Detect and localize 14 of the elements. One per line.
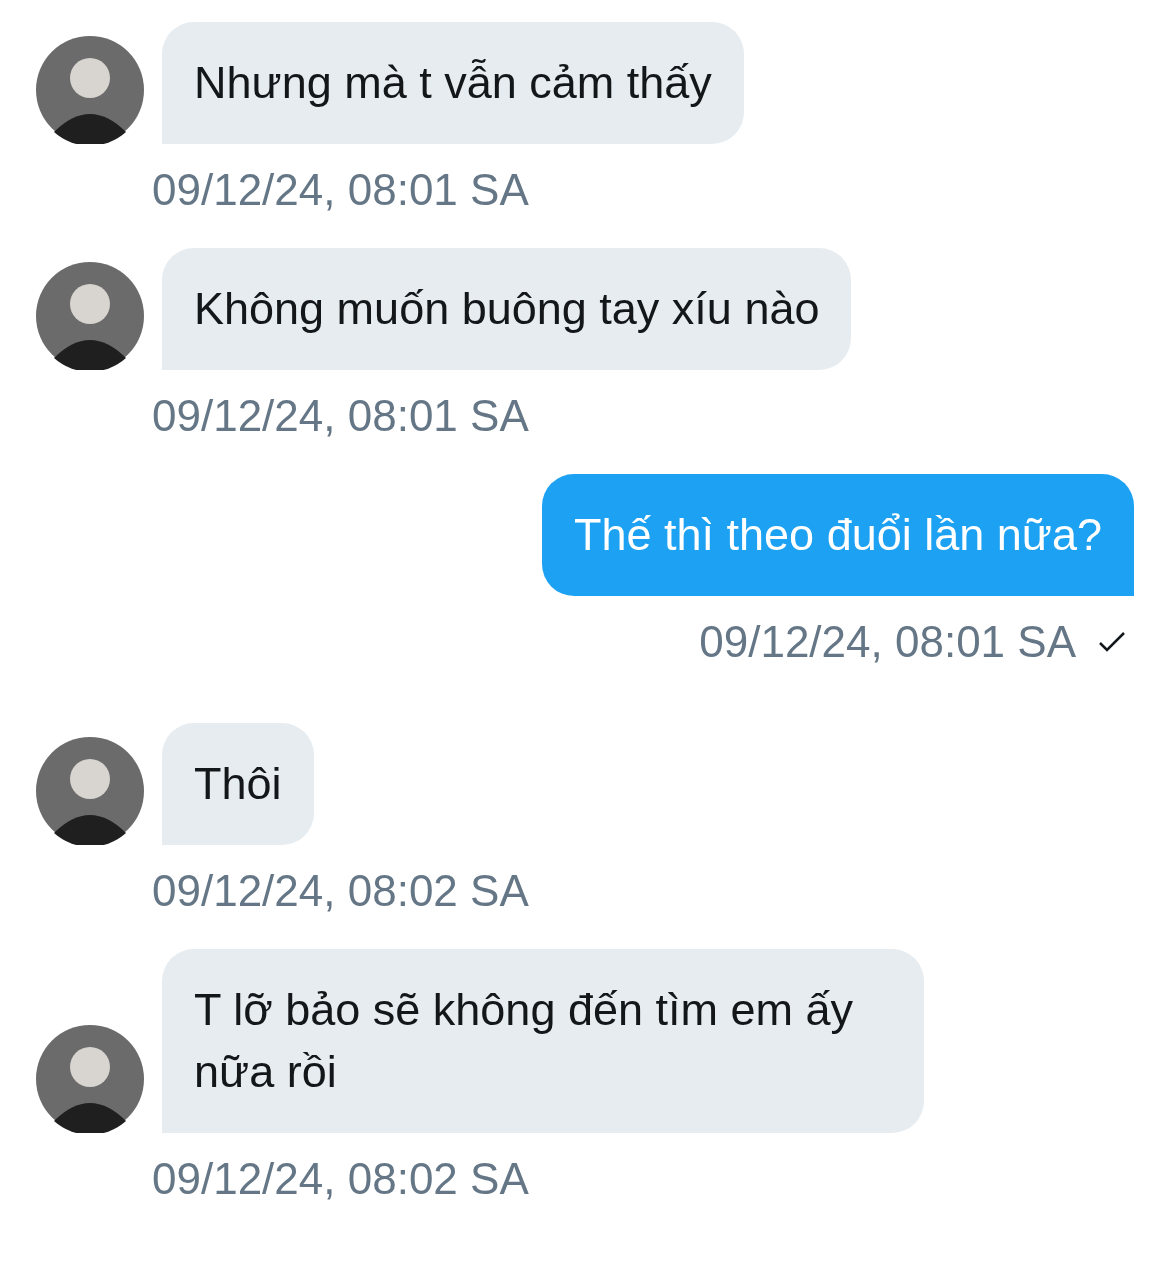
message-time: 09/12/24, 08:01 SA xyxy=(152,165,529,214)
message-bubble: Thôi xyxy=(162,723,314,845)
avatar-icon[interactable] xyxy=(36,737,144,845)
message-bubble: Thế thì theo đuổi lần nữa? xyxy=(542,474,1134,596)
avatar-icon[interactable] xyxy=(36,262,144,370)
message-time: 09/12/24, 08:01 SA xyxy=(699,616,1076,668)
avatar-icon[interactable] xyxy=(36,1025,144,1133)
message-time: 09/12/24, 08:02 SA xyxy=(152,866,529,915)
message-bubble: T lỡ bảo sẽ không đến tìm em ấy nữa rồi xyxy=(162,949,924,1133)
message-time: 09/12/24, 08:02 SA xyxy=(152,1154,529,1203)
message-time: 09/12/24, 08:01 SA xyxy=(152,391,529,440)
message-bubble: Nhưng mà t vẫn cảm thấy xyxy=(162,22,744,144)
avatar-icon[interactable] xyxy=(36,36,144,144)
message-bubble: Không muốn buông tay xíu nào xyxy=(162,248,852,370)
